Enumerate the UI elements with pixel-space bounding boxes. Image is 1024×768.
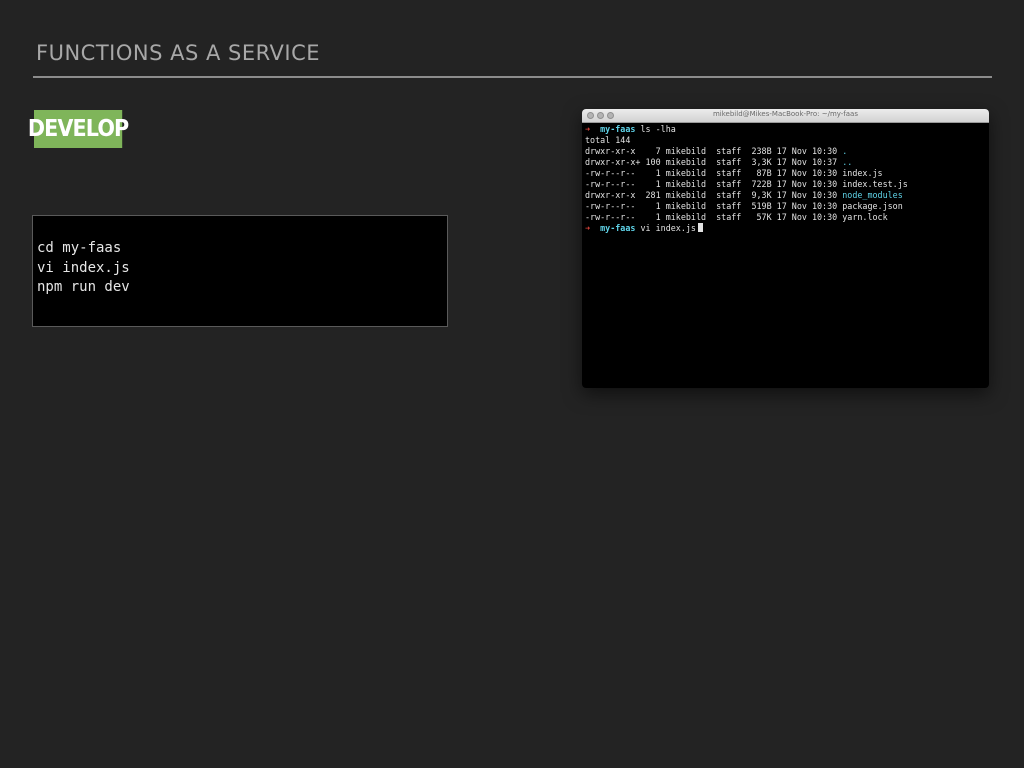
directory-listing: drwxr-xr-x 7 mikebild staff 238B 17 Nov … xyxy=(585,146,989,223)
link-count: 281 xyxy=(645,190,661,200)
file-owner: mikebild xyxy=(665,190,707,200)
link-count: 100 xyxy=(645,157,661,167)
file-group: staff xyxy=(716,157,742,167)
file-size: 87B xyxy=(746,168,772,178)
terminal-total-line: total 144 xyxy=(585,135,631,145)
file-owner: mikebild xyxy=(665,168,707,178)
terminal-titlebar[interactable]: mikebild@Mikes-MacBook-Pro: ~/my-faas xyxy=(582,109,989,123)
file-name: yarn.lock xyxy=(842,212,888,222)
terminal-prompt-line: ➜ my-faas vi index.js xyxy=(585,223,989,234)
file-date: 17 Nov 10:30 xyxy=(776,168,838,178)
prompt-directory: my-faas xyxy=(600,124,636,134)
file-permissions: drwxr-xr-x+ xyxy=(585,157,641,167)
file-group: staff xyxy=(716,179,742,189)
prompt-directory: my-faas xyxy=(600,223,636,233)
section-badge: DEVELOP xyxy=(28,110,129,148)
terminal-output[interactable]: ➜ my-faas ls -lha total 144 drwxr-xr-x 7… xyxy=(582,123,989,234)
file-date: 17 Nov 10:30 xyxy=(776,146,838,156)
code-line: vi index.js xyxy=(37,259,130,276)
prompt-arrow-icon: ➜ xyxy=(585,124,591,134)
link-count: 7 xyxy=(645,146,661,156)
file-date: 17 Nov 10:30 xyxy=(776,179,838,189)
listing-row: -rw-r--r-- 1 mikebild staff 519B 17 Nov … xyxy=(585,201,989,212)
file-size: 9,3K xyxy=(746,190,772,200)
file-permissions: -rw-r--r-- xyxy=(585,201,641,211)
listing-row: drwxr-xr-x 7 mikebild staff 238B 17 Nov … xyxy=(585,146,989,157)
listing-row: -rw-r--r-- 1 mikebild staff 57K 17 Nov 1… xyxy=(585,212,989,223)
listing-row: drwxr-xr-x+ 100 mikebild staff 3,3K 17 N… xyxy=(585,157,989,168)
file-group: staff xyxy=(716,168,742,178)
code-line: npm run dev xyxy=(37,279,130,295)
file-permissions: -rw-r--r-- xyxy=(585,168,641,178)
file-group: staff xyxy=(716,146,742,156)
code-line: cd my-faas xyxy=(37,240,122,256)
file-permissions: drwxr-xr-x xyxy=(585,146,641,156)
file-date: 17 Nov 10:30 xyxy=(776,190,838,200)
link-count: 1 xyxy=(645,212,661,222)
file-name: . xyxy=(842,146,848,156)
prompt-arrow-icon: ➜ xyxy=(585,223,591,233)
file-owner: mikebild xyxy=(665,212,707,222)
file-name: node_modules xyxy=(842,190,903,200)
listing-row: -rw-r--r-- 1 mikebild staff 722B 17 Nov … xyxy=(585,179,989,190)
file-name: index.test.js xyxy=(842,179,908,189)
link-count: 1 xyxy=(645,201,661,211)
file-size: 57K xyxy=(746,212,772,222)
slide-title: FUNCTIONS AS A SERVICE xyxy=(36,41,321,65)
file-size: 238B xyxy=(746,146,772,156)
code-snippet-box: cd my-faas vi index.js npm run dev xyxy=(32,215,448,327)
file-name: .. xyxy=(842,157,853,167)
file-date: 17 Nov 10:30 xyxy=(776,212,838,222)
link-count: 1 xyxy=(645,179,661,189)
listing-row: drwxr-xr-x 281 mikebild staff 9,3K 17 No… xyxy=(585,190,989,201)
terminal-window[interactable]: mikebild@Mikes-MacBook-Pro: ~/my-faas ➜ … xyxy=(582,109,989,388)
file-permissions: -rw-r--r-- xyxy=(585,179,641,189)
file-size: 3,3K xyxy=(746,157,772,167)
link-count: 1 xyxy=(645,168,661,178)
file-size: 722B xyxy=(746,179,772,189)
file-name: package.json xyxy=(842,201,903,211)
file-permissions: drwxr-xr-x xyxy=(585,190,641,200)
terminal-window-title: mikebild@Mikes-MacBook-Pro: ~/my-faas xyxy=(712,110,858,118)
file-size: 519B xyxy=(746,201,772,211)
file-date: 17 Nov 10:37 xyxy=(776,157,838,167)
title-divider xyxy=(33,76,992,78)
file-owner: mikebild xyxy=(665,157,707,167)
file-owner: mikebild xyxy=(665,146,707,156)
terminal-command: ls -lha xyxy=(640,124,676,134)
file-group: staff xyxy=(716,190,742,200)
terminal-command: vi index.js xyxy=(640,223,696,233)
file-group: staff xyxy=(716,212,742,222)
listing-row: -rw-r--r-- 1 mikebild staff 87B 17 Nov 1… xyxy=(585,168,989,179)
file-date: 17 Nov 10:30 xyxy=(776,201,838,211)
file-owner: mikebild xyxy=(665,201,707,211)
terminal-prompt-line: ➜ my-faas ls -lha xyxy=(585,124,989,135)
file-permissions: -rw-r--r-- xyxy=(585,212,641,222)
file-owner: mikebild xyxy=(665,179,707,189)
terminal-cursor xyxy=(697,223,703,232)
file-name: index.js xyxy=(842,168,883,178)
file-group: staff xyxy=(716,201,742,211)
